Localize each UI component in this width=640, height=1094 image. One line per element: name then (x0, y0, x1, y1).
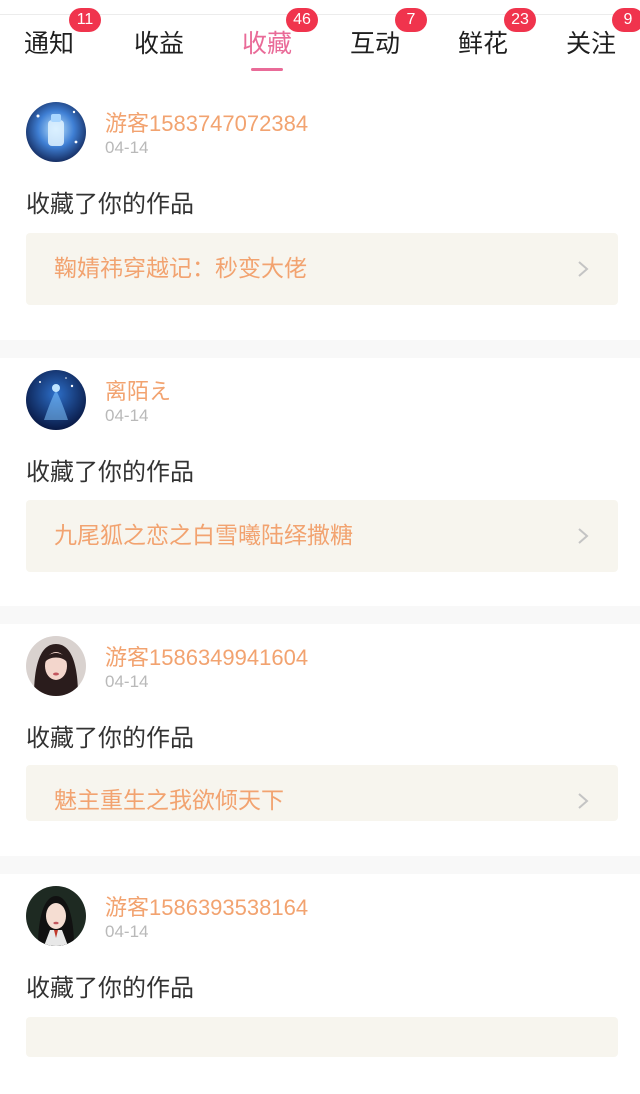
tab-label: 收藏 (242, 29, 293, 58)
chevron-right-icon (578, 261, 589, 277)
tab-label: 互动 (350, 29, 401, 58)
separator (0, 340, 640, 358)
active-tab-indicator (251, 68, 283, 71)
tab-following[interactable]: 关注 9 (566, 8, 640, 66)
count-badge: 23 (504, 8, 536, 32)
separator (0, 606, 640, 624)
separator (0, 856, 640, 874)
tab-label: 鲜花 (458, 29, 509, 58)
count-badge: 7 (395, 8, 427, 32)
username[interactable]: 游客1586393538164 (105, 890, 308, 922)
tab-bar: 通知 11 收益 收藏 46 互动 7 鲜花 23 关注 9 (0, 0, 640, 90)
chevron-right-icon (578, 528, 589, 544)
action-text: 收藏了你的作品 (26, 724, 194, 752)
work-title: 鞠婧祎穿越记：秒变大佬 (54, 256, 307, 282)
timestamp: 04-14 (105, 406, 149, 425)
tab-flowers[interactable]: 鲜花 23 (458, 8, 536, 66)
list-item: 游客1586349941604 04-14 收藏了你的作品 魅主重生之我欲倾天下 (0, 624, 640, 874)
girl-portrait-avatar-icon[interactable] (26, 636, 86, 696)
action-text: 收藏了你的作品 (26, 974, 194, 1002)
chevron-right-icon (578, 793, 589, 809)
tab-favorites[interactable]: 收藏 46 (242, 8, 318, 71)
count-badge: 11 (69, 8, 101, 32)
action-text: 收藏了你的作品 (26, 190, 194, 218)
timestamp: 04-14 (105, 138, 149, 157)
username[interactable]: 游客1583747072384 (105, 106, 308, 138)
username[interactable]: 游客1586349941604 (105, 640, 308, 672)
timestamp: 04-14 (105, 672, 149, 691)
section-gap (0, 606, 640, 624)
list-item: 离陌え 04-14 收藏了你的作品 九尾狐之恋之白雪曦陆绎撒糖 (0, 358, 640, 606)
night-girl-avatar-icon[interactable] (26, 370, 86, 430)
work-title: 九尾狐之恋之白雪曦陆绎撒糖 (54, 523, 353, 549)
count-badge: 9 (612, 8, 640, 32)
tab-label: 关注 (566, 29, 617, 58)
section-gap (0, 340, 640, 358)
work-link[interactable]: 九尾狐之恋之白雪曦陆绎撒糖 (26, 500, 618, 572)
favorites-feed: 游客1583747072384 04-14 收藏了你的作品 鞠婧祎穿越记：秒变大… (0, 90, 640, 1094)
work-link[interactable]: 魅主重生之我欲倾天下 (26, 765, 618, 821)
tab-interactions[interactable]: 互动 7 (350, 8, 427, 66)
tab-label: 收益 (134, 29, 185, 58)
tab-earnings[interactable]: 收益 (134, 26, 184, 66)
action-text: 收藏了你的作品 (26, 458, 194, 486)
work-link[interactable]: 鞠婧祎穿越记：秒变大佬 (26, 233, 618, 305)
username[interactable]: 离陌え (105, 374, 171, 406)
count-badge: 46 (286, 8, 318, 32)
tab-notifications[interactable]: 通知 11 (24, 8, 101, 66)
work-link[interactable] (26, 1017, 618, 1057)
space-bottle-avatar-icon[interactable] (26, 102, 86, 162)
work-title: 魅主重生之我欲倾天下 (54, 788, 284, 814)
list-item: 游客1586393538164 04-14 收藏了你的作品 (0, 874, 640, 1094)
list-item: 游客1583747072384 04-14 收藏了你的作品 鞠婧祎穿越记：秒变大… (0, 90, 640, 340)
timestamp: 04-14 (105, 922, 149, 941)
girl-portrait-avatar-icon[interactable] (26, 886, 86, 946)
tab-label: 通知 (24, 29, 75, 58)
